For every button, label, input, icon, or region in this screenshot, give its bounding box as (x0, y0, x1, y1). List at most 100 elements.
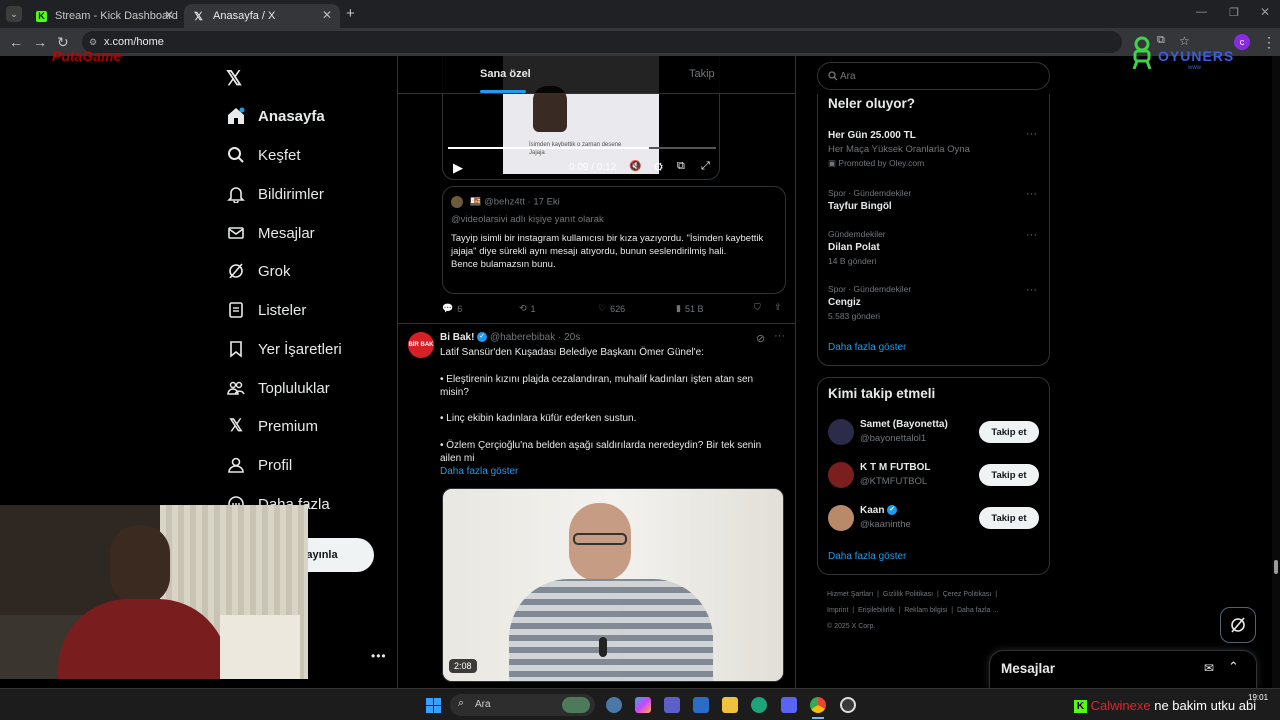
follow-user[interactable]: Samet (Bayonetta) @bayonettalol1 (860, 419, 948, 444)
sidebar-item-lists[interactable]: Listeler (226, 295, 306, 325)
tab-list-icon[interactable]: ⌄ (6, 6, 22, 22)
like-action[interactable]: ♡ 626 (598, 303, 625, 314)
file-explorer-icon[interactable] (722, 697, 738, 713)
minimize-button[interactable]: — (1196, 6, 1207, 18)
post-avatar[interactable]: BİR BAK (408, 332, 434, 358)
repost-action[interactable]: ⟲ 1 (519, 303, 536, 314)
kick-icon: K (1074, 700, 1087, 714)
views-action[interactable]: ▮ 51 B (676, 303, 703, 314)
follow-button[interactable]: Takip et (979, 507, 1039, 529)
avatar[interactable] (828, 419, 854, 445)
sidebar-item-communities[interactable]: Topluluklar (226, 373, 330, 403)
sidebar-item-messages[interactable]: Mesajlar (226, 218, 315, 248)
taskbar-search[interactable]: ⌕ Ara (450, 694, 595, 716)
x-logo-icon[interactable]: 𝕏 (226, 66, 242, 91)
search-input[interactable] (840, 67, 1040, 85)
restore-button[interactable]: ❐ (1229, 6, 1239, 19)
close-tab-icon[interactable]: ✕ (322, 8, 332, 22)
new-message-icon[interactable]: ✉ (1204, 661, 1214, 675)
tab-kick-dashboard[interactable]: K Stream - Kick Dashboard ✕ (26, 4, 182, 28)
messages-drawer[interactable]: Mesajlar ✉ ⌃ (989, 650, 1257, 688)
trend-item[interactable]: Gündemdekiler Dilan Polat 14 B gönderi (828, 229, 886, 266)
footer-link[interactable]: Hizmet Şartları (827, 591, 873, 598)
close-window-button[interactable]: ✕ (1260, 5, 1270, 19)
tab-following[interactable]: Takip (689, 68, 715, 80)
scrollbar-thumb[interactable] (1274, 560, 1278, 574)
discord-icon[interactable] (781, 697, 797, 713)
trend-more-icon[interactable]: ··· (1026, 229, 1037, 241)
follow-user[interactable]: K T M FUTBOL @KTMFUTBOL (860, 462, 931, 487)
webcam-chair (220, 615, 300, 679)
taskview-icon[interactable] (606, 697, 622, 713)
edge-icon[interactable] (751, 697, 767, 713)
follow-button[interactable]: Takip et (979, 464, 1039, 486)
new-tab-button[interactable]: + (346, 5, 355, 22)
trend-more-icon[interactable]: ··· (1026, 128, 1037, 140)
post-more-icon[interactable]: ··· (774, 330, 785, 342)
tab-for-you[interactable]: Sana özel (480, 68, 531, 80)
grok-float-button[interactable] (1220, 607, 1256, 643)
sidebar-item-notifications[interactable]: Bildirimler (226, 179, 324, 209)
settings-icon[interactable]: ⚙ (653, 160, 664, 174)
follow-button[interactable]: Takip et (979, 421, 1039, 443)
clock[interactable]: 19:01 (1248, 693, 1268, 702)
reply-action[interactable]: 💬 6 (442, 303, 462, 314)
page-scrollbar[interactable] (1272, 56, 1280, 688)
bookmark-action[interactable]: ⛉ (754, 302, 761, 313)
grok-explain-icon[interactable]: ⊘ (756, 332, 765, 345)
browser-menu-icon[interactable]: ⋮ (1262, 34, 1276, 51)
quote-date: 17 Eki (533, 196, 560, 208)
teams-icon[interactable] (664, 697, 680, 713)
windows-start-icon[interactable] (426, 698, 441, 713)
post-author-name[interactable]: Bi Bak! (440, 332, 474, 343)
trend-more-icon[interactable]: ··· (1026, 188, 1037, 200)
tab-x-home[interactable]: 𝕏 Anasayfa / X ✕ (184, 4, 340, 28)
trend-item[interactable]: Her Gün 25.000 TL Her Maça Yüksek Oranla… (828, 130, 1038, 169)
expand-drawer-icon[interactable]: ⌃ (1228, 659, 1239, 675)
back-icon[interactable]: ← (9, 34, 23, 50)
webcam-overlay (0, 505, 308, 679)
post-time[interactable]: 20s (564, 332, 580, 343)
footer-link[interactable]: Erişilebilirlik (858, 607, 895, 614)
footer-link[interactable]: Reklam bilgisi (904, 607, 947, 614)
show-more-link[interactable]: Daha fazla göster (440, 466, 518, 477)
footer-link[interactable]: Gizlilik Politikası (883, 591, 933, 598)
follow-show-more[interactable]: Daha fazla göster (828, 551, 906, 562)
fullscreen-icon[interactable]: ⤢ (701, 160, 710, 173)
quoted-post[interactable]: 🍱 @behz4tt · 17 Eki @videolarsivi adlı k… (442, 186, 786, 294)
forward-icon[interactable]: → (33, 34, 47, 50)
video-progress-track[interactable] (448, 147, 716, 149)
sidebar-item-profile[interactable]: Profil (226, 450, 292, 480)
share-action[interactable]: ⇪ (774, 302, 782, 313)
sidebar-item-bookmarks[interactable]: Yer İşaretleri (226, 334, 342, 364)
account-more-icon[interactable]: ••• (371, 649, 387, 663)
close-tab-icon[interactable]: ✕ (164, 8, 174, 22)
trend-item[interactable]: Spor · Gündemdekiler Tayfur Bingöl (828, 188, 911, 212)
search-box[interactable] (817, 62, 1050, 90)
avatar[interactable] (828, 505, 854, 531)
chrome-icon[interactable] (810, 697, 826, 713)
post-author-handle[interactable]: @haberebibak (490, 332, 555, 343)
footer-link[interactable]: Daha fazla ... (957, 607, 998, 614)
avatar[interactable] (828, 462, 854, 488)
heart-icon: ♡ (598, 303, 607, 313)
url-field[interactable]: ⚙ x.com/home (82, 31, 1122, 53)
follow-user[interactable]: Kaan ✓ @kaaninthe (860, 505, 911, 530)
copilot-icon[interactable] (635, 697, 651, 713)
footer-link[interactable]: Imprint (827, 607, 848, 614)
post-video[interactable]: 2:08 (442, 488, 784, 682)
mute-icon[interactable]: 🔇 (629, 161, 641, 172)
store-icon[interactable] (693, 697, 709, 713)
sidebar-item-home[interactable]: Anasayfa (226, 101, 325, 131)
obs-icon[interactable] (840, 697, 856, 713)
sidebar-item-explore[interactable]: Keşfet (226, 140, 301, 170)
pip-icon[interactable]: ⧉ (677, 160, 685, 173)
play-icon[interactable]: ▶ (453, 160, 463, 176)
trend-more-icon[interactable]: ··· (1026, 284, 1037, 296)
trend-item[interactable]: Spor · Gündemdekiler Cengiz 5.583 gönder… (828, 284, 911, 321)
trends-show-more[interactable]: Daha fazla göster (828, 342, 906, 353)
quote-header: 🍱 @behz4tt · 17 Eki (451, 196, 560, 208)
sidebar-item-grok[interactable]: Grok (226, 256, 291, 286)
footer-link[interactable]: Çerez Politikası (943, 591, 992, 598)
sidebar-item-premium[interactable]: 𝕏 Premium (226, 411, 318, 441)
